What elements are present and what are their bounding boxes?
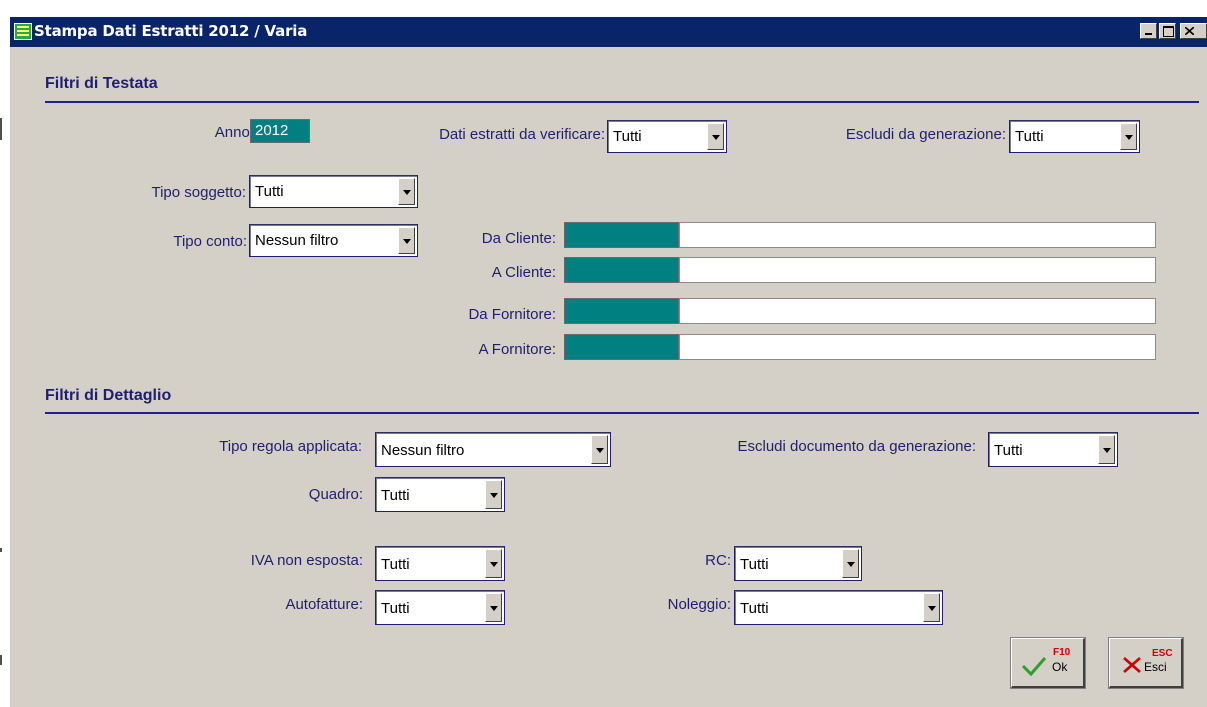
chevron-down-icon[interactable]	[398, 227, 415, 254]
escludi-documento-label: Escludi documento da generazione:	[737, 438, 977, 455]
tipo-conto-value: Nessun filtro	[255, 232, 339, 249]
a-cliente-code-field[interactable]	[564, 257, 679, 283]
section-divider	[45, 101, 1199, 103]
chevron-down-icon[interactable]	[485, 549, 502, 578]
iva-non-esposta-select[interactable]: Tutti	[375, 546, 505, 581]
a-cliente-description-field[interactable]	[679, 257, 1156, 283]
chevron-down-icon[interactable]	[485, 480, 502, 509]
app-icon	[14, 23, 32, 40]
ok-shortcut-key: F10	[1053, 647, 1071, 658]
maximize-button[interactable]	[1159, 23, 1176, 39]
escludi-generazione-label: Escludi da generazione:	[845, 126, 1006, 143]
tipo-regola-value: Nessun filtro	[381, 442, 465, 459]
quadro-value: Tutti	[381, 487, 410, 504]
noleggio-select[interactable]: Tutti	[734, 590, 943, 625]
iva-non-esposta-value: Tutti	[381, 556, 410, 573]
da-cliente-label: Da Cliente:	[481, 230, 556, 247]
chevron-down-icon[interactable]	[1120, 123, 1137, 150]
escludi-generazione-select[interactable]: Tutti	[1009, 120, 1140, 153]
edge-mark	[0, 655, 2, 665]
a-cliente-label: A Cliente:	[491, 264, 556, 281]
edge-mark	[0, 118, 2, 140]
tipo-soggetto-select[interactable]: Tutti	[249, 175, 418, 208]
noleggio-value: Tutti	[740, 600, 769, 617]
tipo-soggetto-value: Tutti	[255, 183, 284, 200]
tipo-regola-label: Tipo regola applicata:	[219, 438, 362, 455]
section-divider	[45, 412, 1199, 414]
quadro-label: Quadro:	[308, 486, 363, 503]
da-fornitore-code-field[interactable]	[564, 298, 679, 324]
dati-estratti-value: Tutti	[613, 128, 642, 145]
ok-button[interactable]: F10 Ok	[1010, 637, 1086, 689]
title-bar[interactable]: Stampa Dati Estratti 2012 / Varia	[10, 17, 1207, 47]
escludi-documento-value: Tutti	[994, 442, 1023, 459]
iva-non-esposta-label: IVA non esposta:	[250, 552, 363, 569]
a-fornitore-label: A Fornitore:	[478, 341, 556, 358]
tipo-regola-select[interactable]: Nessun filtro	[375, 432, 611, 467]
window-title: Stampa Dati Estratti 2012 / Varia	[34, 22, 308, 40]
chevron-down-icon[interactable]	[842, 549, 859, 578]
chevron-down-icon[interactable]	[485, 593, 502, 622]
minimize-icon	[1145, 33, 1152, 35]
chevron-down-icon[interactable]	[707, 123, 724, 150]
da-cliente-code-field[interactable]	[564, 222, 679, 248]
autofatture-value: Tutti	[381, 600, 410, 617]
anno-field[interactable]: 2012	[250, 119, 310, 143]
chevron-down-icon[interactable]	[591, 435, 608, 464]
rc-value: Tutti	[740, 556, 769, 573]
close-icon	[1185, 27, 1194, 35]
close-x-icon	[1123, 657, 1141, 673]
maximize-icon	[1163, 26, 1174, 37]
dati-estratti-select[interactable]: Tutti	[607, 120, 727, 153]
rc-select[interactable]: Tutti	[734, 546, 862, 581]
close-button[interactable]	[1180, 23, 1207, 39]
escludi-generazione-value: Tutti	[1015, 128, 1044, 145]
autofatture-label: Autofatture:	[285, 596, 363, 613]
dati-estratti-label: Dati estratti da verificare:	[439, 126, 605, 143]
escludi-documento-select[interactable]: Tutti	[988, 432, 1118, 467]
esci-label: Esci	[1144, 660, 1167, 674]
a-fornitore-code-field[interactable]	[564, 334, 679, 360]
minimize-button[interactable]	[1140, 23, 1157, 39]
chevron-down-icon[interactable]	[1098, 435, 1115, 464]
section-title-dettaglio: Filtri di Dettaglio	[45, 387, 172, 404]
da-fornitore-description-field[interactable]	[679, 298, 1156, 324]
edge-mark	[0, 548, 2, 552]
noleggio-label: Noleggio:	[667, 596, 731, 613]
esci-button[interactable]: ESC Esci	[1108, 637, 1184, 689]
checkmark-icon	[1021, 657, 1047, 677]
section-title-testata: Filtri di Testata	[45, 75, 158, 92]
rc-label: RC:	[705, 552, 731, 569]
da-cliente-description-field[interactable]	[679, 222, 1156, 248]
anno-label: Anno:	[214, 124, 254, 141]
tipo-conto-select[interactable]: Nessun filtro	[249, 224, 418, 257]
esci-shortcut-key: ESC	[1152, 648, 1173, 659]
chevron-down-icon[interactable]	[923, 593, 940, 622]
da-fornitore-label: Da Fornitore:	[468, 306, 556, 323]
dialog-window: Stampa Dati Estratti 2012 / Varia Filtri…	[10, 17, 1207, 707]
ok-label: Ok	[1052, 660, 1068, 674]
autofatture-select[interactable]: Tutti	[375, 590, 505, 625]
quadro-select[interactable]: Tutti	[375, 477, 505, 512]
a-fornitore-description-field[interactable]	[679, 334, 1156, 360]
tipo-conto-label: Tipo conto:	[173, 233, 247, 250]
chevron-down-icon[interactable]	[398, 178, 415, 205]
tipo-soggetto-label: Tipo soggetto:	[151, 184, 246, 201]
